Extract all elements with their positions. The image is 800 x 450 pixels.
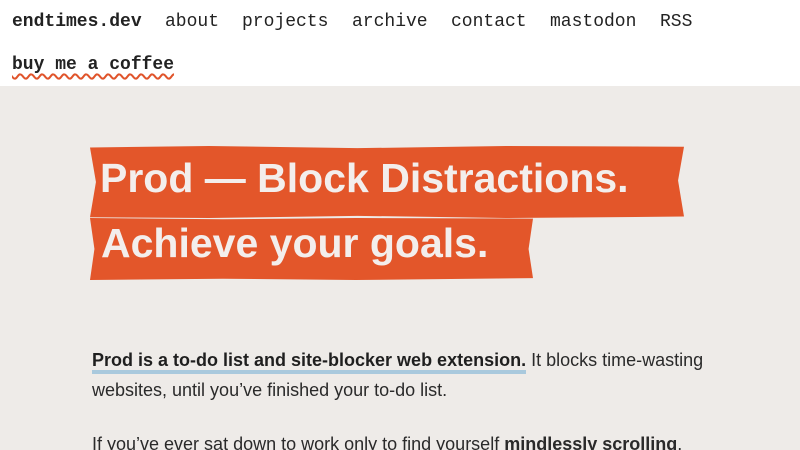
hero-title-line-2: Achieve your goals. [90, 218, 533, 280]
second-paragraph-end: . [677, 434, 683, 450]
second-paragraph-text: If you’ve ever sat down to work only to … [92, 434, 505, 450]
article-body: Prod is a to-do list and site-blocker we… [92, 345, 722, 450]
nav-about[interactable]: about [165, 13, 219, 31]
hero-title-line-1: Prod — Block Distractions. [90, 146, 684, 218]
second-paragraph: If you’ve ever sat down to work only to … [92, 429, 722, 450]
nav-contact[interactable]: contact [451, 13, 527, 31]
site-logo-link[interactable]: endtimes.dev [12, 13, 142, 31]
nav-projects[interactable]: projects [242, 13, 328, 31]
nav-archive[interactable]: archive [352, 13, 428, 31]
site-header: endtimes.dev about projects archive cont… [0, 0, 800, 86]
prod-description-link[interactable]: Prod is a to-do list and site-blocker we… [92, 350, 527, 374]
buy-me-a-coffee-link[interactable]: buy me a coffee [12, 56, 174, 74]
nav-mastodon[interactable]: mastodon [550, 13, 636, 31]
intro-paragraph: Prod is a to-do list and site-blocker we… [92, 345, 722, 405]
mindlessly-scrolling-emphasis: mindlessly scrolling [504, 434, 678, 450]
nav-rss[interactable]: RSS [660, 13, 692, 31]
